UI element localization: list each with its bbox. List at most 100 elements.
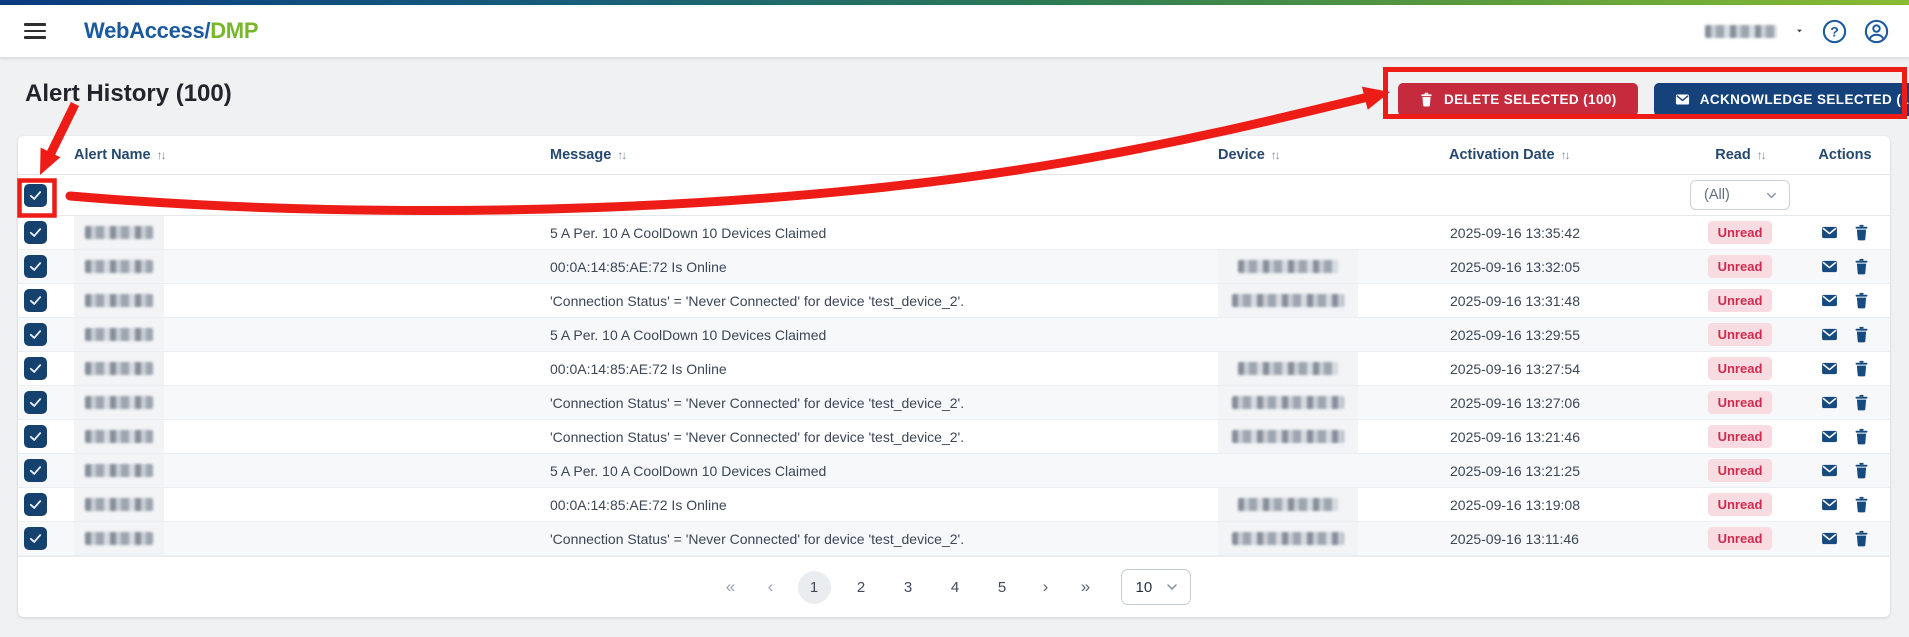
column-header-activation-date[interactable]: Activation Date ↑↓ bbox=[1435, 147, 1680, 163]
delete-row-icon[interactable] bbox=[1853, 530, 1870, 547]
unread-badge: Unread bbox=[1707, 221, 1773, 244]
acknowledge-row-icon[interactable] bbox=[1821, 292, 1838, 309]
activation-date: 2025-09-16 13:31:48 bbox=[1450, 292, 1580, 309]
alert-message: 00:0A:14:85:AE:72 Is Online bbox=[550, 360, 727, 377]
sort-icon[interactable]: ↑↓ bbox=[157, 148, 167, 162]
last-page-button[interactable]: » bbox=[1073, 577, 1099, 597]
page-size-dropdown[interactable]: 10 bbox=[1120, 569, 1191, 605]
row-checkbox[interactable] bbox=[24, 527, 47, 550]
acknowledge-row-icon[interactable] bbox=[1821, 530, 1838, 547]
alert-message: 5 A Per. 10 A CoolDown 10 Devices Claime… bbox=[550, 224, 827, 241]
page-button-1[interactable]: 1 bbox=[797, 570, 831, 604]
column-label: Activation Date bbox=[1449, 147, 1555, 163]
alert-history-table: Alert Name ↑↓ Message ↑↓ Device ↑↓ Activation … bbox=[18, 136, 1890, 617]
select-all-checkbox[interactable] bbox=[24, 183, 47, 207]
sort-icon[interactable]: ↑↓ bbox=[1757, 148, 1767, 162]
delete-row-icon[interactable] bbox=[1853, 360, 1870, 377]
page-button-3[interactable]: 3 bbox=[892, 571, 925, 604]
read-filter-dropdown[interactable]: (All) bbox=[1690, 180, 1790, 210]
app-header: WebAccess/DMP bbox=[0, 5, 1909, 58]
alert-message: 'Connection Status' = 'Never Connected' … bbox=[550, 394, 965, 411]
alert-name-redacted bbox=[85, 430, 153, 443]
acknowledge-selected-button[interactable]: ACKNOWLEDGE SELECTED (100) bbox=[1653, 82, 1909, 116]
delete-selected-button[interactable]: DELETE SELECTED (100) bbox=[1398, 82, 1638, 116]
device-name-redacted bbox=[1232, 396, 1344, 409]
alert-name-redacted bbox=[85, 464, 153, 477]
row-checkbox[interactable] bbox=[24, 493, 47, 516]
acknowledge-row-icon[interactable] bbox=[1821, 462, 1838, 479]
delete-row-icon[interactable] bbox=[1853, 496, 1870, 513]
chevron-down-icon bbox=[1764, 188, 1779, 203]
account-icon[interactable] bbox=[1864, 19, 1889, 44]
read-filter-value: (All) bbox=[1704, 187, 1730, 203]
help-icon[interactable] bbox=[1822, 19, 1847, 44]
previous-page-button[interactable]: ‹ bbox=[758, 577, 784, 597]
acknowledge-row-icon[interactable] bbox=[1821, 360, 1838, 377]
acknowledge-row-icon[interactable] bbox=[1821, 224, 1838, 241]
delete-row-icon[interactable] bbox=[1853, 428, 1870, 445]
row-checkbox[interactable] bbox=[24, 357, 47, 380]
check-icon bbox=[28, 259, 43, 274]
delete-row-icon[interactable] bbox=[1853, 258, 1870, 275]
unread-badge: Unread bbox=[1707, 391, 1773, 414]
activation-date: 2025-09-16 13:21:46 bbox=[1450, 428, 1580, 445]
sort-icon[interactable]: ↑↓ bbox=[1271, 148, 1281, 162]
alert-message: 00:0A:14:85:AE:72 Is Online bbox=[550, 496, 727, 513]
unread-badge: Unread bbox=[1707, 289, 1773, 312]
delete-row-icon[interactable] bbox=[1853, 462, 1870, 479]
row-checkbox[interactable] bbox=[24, 289, 47, 312]
delete-row-icon[interactable] bbox=[1853, 292, 1870, 309]
first-page-button[interactable]: « bbox=[718, 577, 744, 597]
table-row: 'Connection Status' = 'Never Connected' … bbox=[18, 420, 1890, 454]
sort-icon[interactable]: ↑↓ bbox=[617, 148, 627, 162]
column-label: Device bbox=[1218, 147, 1265, 163]
delete-row-icon[interactable] bbox=[1853, 224, 1870, 241]
hamburger-menu-icon[interactable] bbox=[24, 23, 46, 39]
column-header-read[interactable]: Read ↑↓ bbox=[1680, 147, 1800, 163]
alert-message: 'Connection Status' = 'Never Connected' … bbox=[550, 530, 965, 547]
alert-name-redacted bbox=[85, 294, 153, 307]
row-checkbox[interactable] bbox=[24, 221, 47, 244]
acknowledge-row-icon[interactable] bbox=[1821, 258, 1838, 275]
acknowledge-row-icon[interactable] bbox=[1821, 496, 1838, 513]
row-checkbox[interactable] bbox=[24, 255, 47, 278]
delete-row-icon[interactable] bbox=[1853, 394, 1870, 411]
delete-selected-label: DELETE SELECTED (100) bbox=[1444, 91, 1617, 107]
table-header-row: Alert Name ↑↓ Message ↑↓ Device ↑↓ Activation … bbox=[18, 136, 1890, 175]
column-header-message[interactable]: Message ↑↓ bbox=[532, 147, 1205, 163]
sort-icon[interactable]: ↑↓ bbox=[1561, 148, 1571, 162]
unread-badge: Unread bbox=[1707, 255, 1773, 278]
column-label: Alert Name bbox=[74, 147, 151, 163]
alert-message: 00:0A:14:85:AE:72 Is Online bbox=[550, 258, 727, 275]
table-row: 5 A Per. 10 A CoolDown 10 Devices Claime… bbox=[18, 216, 1890, 250]
page-button-2[interactable]: 2 bbox=[845, 571, 878, 604]
unread-badge: Unread bbox=[1707, 323, 1773, 346]
page-button-5[interactable]: 5 bbox=[986, 571, 1019, 604]
pagination: « ‹ 1 2 3 4 5 › » 10 bbox=[18, 556, 1890, 617]
device-name-redacted bbox=[1232, 294, 1344, 307]
activation-date: 2025-09-16 13:27:06 bbox=[1450, 394, 1580, 411]
row-checkbox[interactable] bbox=[24, 459, 47, 482]
row-checkbox[interactable] bbox=[24, 323, 47, 346]
row-checkbox[interactable] bbox=[24, 425, 47, 448]
account-caret-down-icon[interactable] bbox=[1794, 27, 1805, 35]
alert-message: 5 A Per. 10 A CoolDown 10 Devices Claime… bbox=[550, 462, 827, 479]
acknowledge-row-icon[interactable] bbox=[1821, 326, 1838, 343]
activation-date: 2025-09-16 13:19:08 bbox=[1450, 496, 1580, 513]
table-row: 5 A Per. 10 A CoolDown 10 Devices Claime… bbox=[18, 318, 1890, 352]
column-header-device[interactable]: Device ↑↓ bbox=[1205, 147, 1435, 163]
next-page-button[interactable]: › bbox=[1033, 577, 1059, 597]
page-title: Alert History (100) bbox=[25, 80, 232, 107]
table-row: 'Connection Status' = 'Never Connected' … bbox=[18, 522, 1890, 556]
alert-name-redacted bbox=[85, 362, 153, 375]
delete-row-icon[interactable] bbox=[1853, 326, 1870, 343]
column-header-alert-name[interactable]: Alert Name ↑↓ bbox=[62, 147, 532, 163]
acknowledge-row-icon[interactable] bbox=[1821, 394, 1838, 411]
account-name-redacted bbox=[1705, 24, 1777, 38]
acknowledge-row-icon[interactable] bbox=[1821, 428, 1838, 445]
alert-message: 'Connection Status' = 'Never Connected' … bbox=[550, 292, 965, 309]
table-row: 'Connection Status' = 'Never Connected' … bbox=[18, 284, 1890, 318]
row-checkbox[interactable] bbox=[24, 391, 47, 414]
column-label: Actions bbox=[1818, 147, 1872, 163]
page-button-4[interactable]: 4 bbox=[939, 571, 972, 604]
